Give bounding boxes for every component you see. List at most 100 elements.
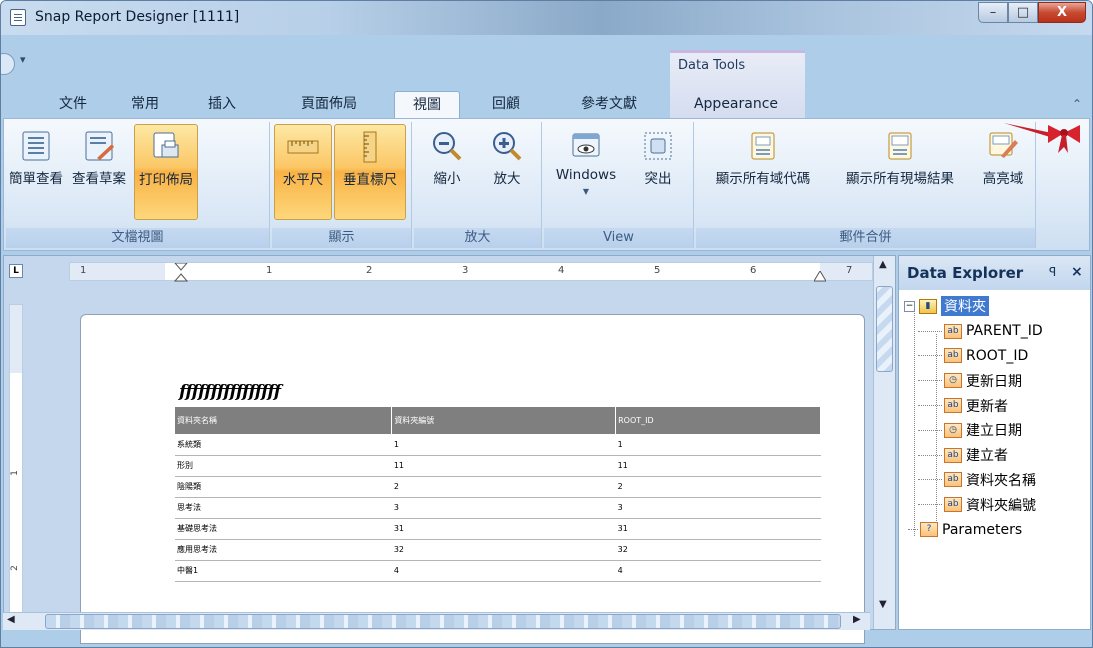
draft-view-icon [85, 131, 114, 161]
horizontal-scroll-thumb[interactable] [45, 614, 841, 629]
tab-view[interactable]: 視圖 [394, 91, 460, 119]
ruler-number: 2 [9, 565, 20, 571]
ruler-number: 2 [366, 265, 373, 276]
title-bar[interactable]: Snap Report Designer [1111] – □ X [1, 1, 1092, 35]
tree-node-label: 更新者 [966, 398, 1008, 415]
tree-node-field[interactable]: ◷ 更新日期 [904, 368, 1090, 393]
horizontal-scrollbar[interactable]: ◀ ▶ [3, 612, 870, 630]
tree-node-field[interactable]: ab PARENT_ID [904, 319, 1090, 344]
table-cell: 陰陽類 [175, 476, 392, 498]
group-label-show: 顯示 [272, 228, 411, 248]
tree-node-field[interactable]: ab ROOT_ID [904, 344, 1090, 369]
app-menu-button[interactable] [1, 53, 15, 75]
tab-references[interactable]: 參考文獻 [564, 91, 654, 119]
right-indent-marker-icon[interactable] [814, 271, 826, 282]
show-field-codes-button[interactable]: 顯示所有域代碼 [700, 124, 826, 220]
show-field-results-label: 顯示所有現場結果 [846, 171, 954, 187]
quick-access-toolbar: ▾ [1, 51, 1092, 75]
close-icon: X [1056, 5, 1068, 20]
tab-file[interactable]: 文件 [47, 91, 99, 119]
maximize-icon: □ [1016, 5, 1030, 20]
table-row[interactable]: 基礎思考法 31 31 [175, 518, 821, 540]
pin-icon[interactable]: ꟼ [1049, 265, 1056, 279]
vertical-ruler[interactable]: 1 2 [9, 304, 23, 624]
simple-view-button[interactable]: 簡單查看 [8, 124, 64, 220]
tree-node-folder[interactable]: − ▮ 資料夾 [904, 294, 1090, 319]
table-row[interactable]: 陰陽類 2 2 [175, 476, 821, 498]
group-view: Windows ▼ 突出 View [544, 122, 694, 248]
tab-appearance[interactable]: Appearance [681, 91, 791, 119]
collapse-icon[interactable]: − [904, 300, 915, 312]
scroll-right-icon[interactable]: ▶ [853, 614, 861, 625]
tab-review[interactable]: 回顧 [476, 91, 536, 119]
tab-home[interactable]: 常用 [119, 91, 171, 119]
scroll-left-icon[interactable]: ◀ [7, 614, 15, 625]
table-row[interactable]: 形別 11 11 [175, 455, 821, 477]
report-title[interactable]: ffffffffffffffff [179, 382, 281, 402]
collapse-ribbon-icon[interactable]: ⌃ [1072, 97, 1082, 111]
tree-node-field[interactable]: ◷ 建立日期 [904, 418, 1090, 443]
vertical-ruler-label: 垂直標尺 [343, 172, 397, 188]
table-cell: 2 [615, 476, 821, 498]
zoom-out-button[interactable]: 縮小 [420, 124, 474, 220]
windows-button[interactable]: Windows ▼ [548, 124, 624, 220]
ribbon-bow-decoration [1004, 123, 1080, 153]
table-row[interactable]: 思考法 3 3 [175, 497, 821, 519]
tree-node-field[interactable]: ab 資料夾名稱 [904, 468, 1090, 493]
qat-dropdown-icon[interactable]: ▾ [20, 53, 26, 66]
date-field-icon: ◷ [944, 373, 962, 389]
column-header-folder-name[interactable]: 資料夾名稱 [175, 407, 393, 434]
table-cell: 11 [615, 455, 821, 477]
zoom-out-label: 縮小 [433, 171, 461, 187]
report-table[interactable]: 資料夾名稱 資料夾編號 ROOT_ID 系統類 1 1 形別 11 11 陰陽類 2 2 思… [175, 407, 821, 582]
ruler-number: 7 [846, 265, 853, 276]
table-cell: 3 [615, 497, 821, 519]
highlight-icon [644, 132, 672, 160]
column-header-folder-number[interactable]: 資料夾編號 [391, 407, 617, 434]
show-field-results-button[interactable]: 顯示所有現場結果 [828, 124, 972, 220]
tree-node-field[interactable]: ab 資料夾編號 [904, 492, 1090, 517]
horizontal-ruler-button[interactable]: 水平尺 [274, 124, 332, 220]
tree-node-parameters[interactable]: ? Parameters [898, 517, 1090, 542]
ribbon-tabs: 文件 常用 插入 頁面佈局 視圖 回顧 參考文獻 Appearance [1, 91, 1092, 119]
vertical-ruler-button[interactable]: 垂直標尺 [334, 124, 406, 220]
folder-icon: ▮ [919, 298, 937, 314]
text-field-icon: ab [944, 497, 962, 513]
close-panel-icon[interactable]: × [1071, 264, 1083, 280]
tree-connector [908, 529, 918, 531]
windows-icon [572, 133, 600, 157]
vertical-scroll-thumb[interactable] [876, 286, 893, 372]
tab-page-layout[interactable]: 頁面佈局 [284, 91, 374, 119]
ruler-number: 1 [9, 470, 20, 476]
horizontal-ruler[interactable]: 1 1 2 3 4 5 6 7 [69, 262, 873, 282]
draft-view-button[interactable]: 查看草案 [66, 124, 132, 220]
table-cell: 31 [615, 518, 821, 540]
table-row[interactable]: 中醫1 4 4 [175, 560, 821, 582]
tree-node-label: 建立日期 [966, 423, 1022, 440]
table-row[interactable]: 應用思考法 32 32 [175, 539, 821, 561]
group-label-document-views: 文檔視圖 [6, 228, 269, 248]
vertical-scrollbar[interactable]: ▲ ▼ [873, 256, 895, 629]
report-page[interactable]: ffffffffffffffff 資料夾名稱 資料夾編號 ROOT_ID 系統類… [80, 314, 865, 644]
text-field-icon: ab [944, 472, 962, 488]
zoom-in-label: 放大 [493, 171, 521, 187]
print-layout-button[interactable]: 打印佈局 [134, 124, 198, 220]
tree-node-field[interactable]: ab 建立者 [904, 443, 1090, 468]
tree-node-field[interactable]: ab 更新者 [904, 393, 1090, 418]
close-button[interactable]: X [1038, 2, 1086, 23]
column-header-root-id[interactable]: ROOT_ID [615, 407, 821, 434]
tab-insert[interactable]: 插入 [197, 91, 247, 119]
table-row[interactable]: 系統類 1 1 [175, 434, 821, 456]
ruler-number: 5 [654, 265, 661, 276]
indent-marker-icon[interactable] [174, 263, 188, 282]
zoom-in-button[interactable]: 放大 [478, 124, 536, 220]
highlight-button[interactable]: 突出 [630, 124, 686, 220]
maximize-button[interactable]: □ [1008, 2, 1038, 23]
scroll-up-icon[interactable]: ▲ [879, 259, 887, 270]
minimize-button[interactable]: – [978, 2, 1008, 23]
scroll-down-icon[interactable]: ▼ [879, 599, 887, 610]
tab-stop-selector[interactable]: L [9, 264, 23, 278]
tree-node-label: 資料夾編號 [966, 497, 1036, 514]
table-cell: 32 [391, 539, 616, 561]
contextual-group-label: Data Tools [678, 58, 746, 73]
